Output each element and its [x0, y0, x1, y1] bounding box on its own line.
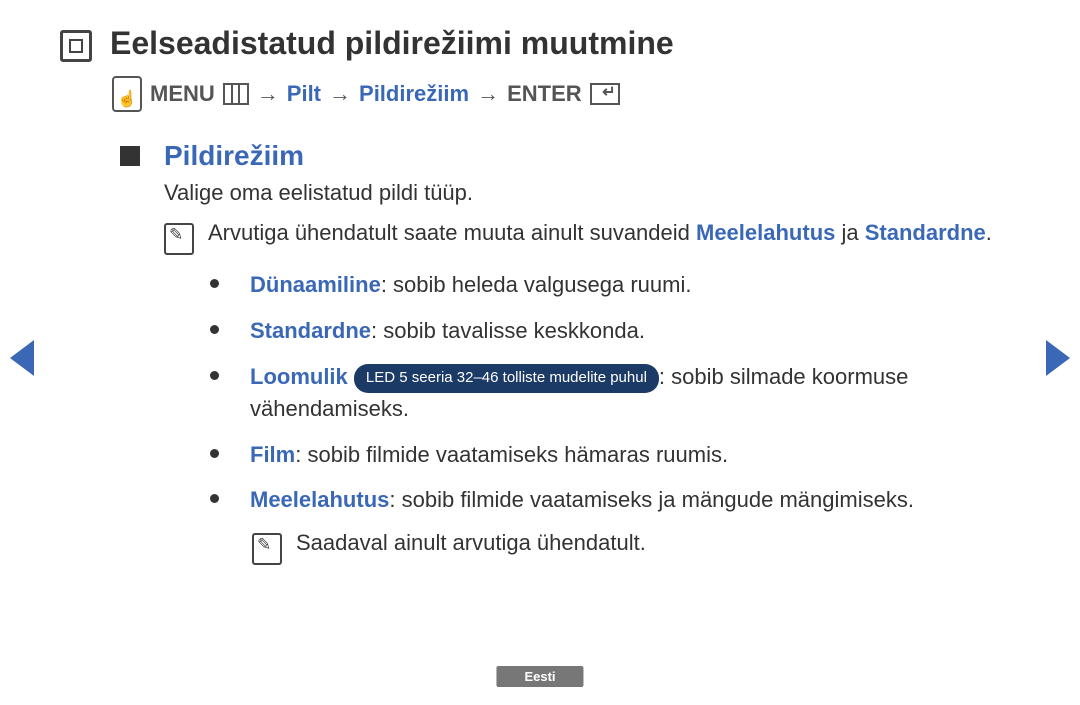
path-arrow: →	[477, 81, 499, 107]
path-menu-label: MENU	[150, 81, 215, 107]
list-item: Meelelahutus: sobib filmide vaatamiseks …	[210, 484, 1010, 516]
path-enter-label: ENTER	[507, 81, 582, 107]
option-name: Film	[250, 442, 295, 467]
option-name: Standardne	[250, 318, 371, 343]
note-text: Arvutiga ühendatult saate muuta ainult s…	[208, 220, 992, 246]
list-item: Loomulik LED 5 seeria 32–46 tolliste mud…	[210, 361, 1010, 425]
language-badge: Eesti	[496, 666, 583, 687]
option-name: Loomulik	[250, 364, 348, 389]
menu-box-icon	[223, 83, 249, 105]
path-arrow: →	[257, 81, 279, 107]
option-name: Meelelahutus	[250, 487, 389, 512]
note-text: Saadaval ainult arvutiga ühendatult.	[296, 530, 646, 556]
link-standardne: Standardne	[865, 220, 986, 245]
note-pc-only: Saadaval ainult arvutiga ühendatult.	[252, 530, 1010, 565]
list-item: Film: sobib filmide vaatamiseks hämaras …	[210, 439, 1010, 471]
prev-page-arrow[interactable]	[10, 340, 34, 376]
path-link-pildireziim: Pildirežiim	[359, 81, 469, 107]
option-text: sobib filmide vaatamiseks hämaras ruumis…	[307, 442, 728, 467]
hand-icon	[112, 76, 142, 112]
link-meelelahutus: Meelelahutus	[696, 220, 835, 245]
model-pill: LED 5 seeria 32–46 tolliste mudelite puh…	[354, 364, 659, 393]
list-item: Dünaamiline: sobib heleda valgusega ruum…	[210, 269, 1010, 301]
path-arrow: →	[329, 81, 351, 107]
option-text: sobib heleda valgusega ruumi.	[393, 272, 691, 297]
next-page-arrow[interactable]	[1046, 340, 1070, 376]
title-bullet-icon	[60, 30, 92, 62]
options-list: Dünaamiline: sobib heleda valgusega ruum…	[210, 269, 1010, 516]
page-title: Eelseadistatud pildirežiimi muutmine	[110, 25, 674, 62]
section-title: Pildirežiim	[164, 140, 304, 172]
path-link-pilt: Pilt	[287, 81, 321, 107]
enter-box-icon	[590, 83, 620, 105]
option-text: sobib filmide vaatamiseks ja mängude män…	[402, 487, 914, 512]
note-icon	[252, 533, 282, 565]
note-pc-connection: Arvutiga ühendatult saate muuta ainult s…	[164, 220, 1010, 255]
section-bullet-icon	[120, 146, 140, 166]
list-item: Standardne: sobib tavalisse keskkonda.	[210, 315, 1010, 347]
breadcrumb: MENU → Pilt → Pildirežiim → ENTER	[112, 76, 1010, 112]
option-name: Dünaamiline	[250, 272, 381, 297]
note-icon	[164, 223, 194, 255]
option-text: sobib tavalisse keskkonda.	[383, 318, 645, 343]
intro-text: Valige oma eelistatud pildi tüüp.	[164, 180, 1010, 206]
